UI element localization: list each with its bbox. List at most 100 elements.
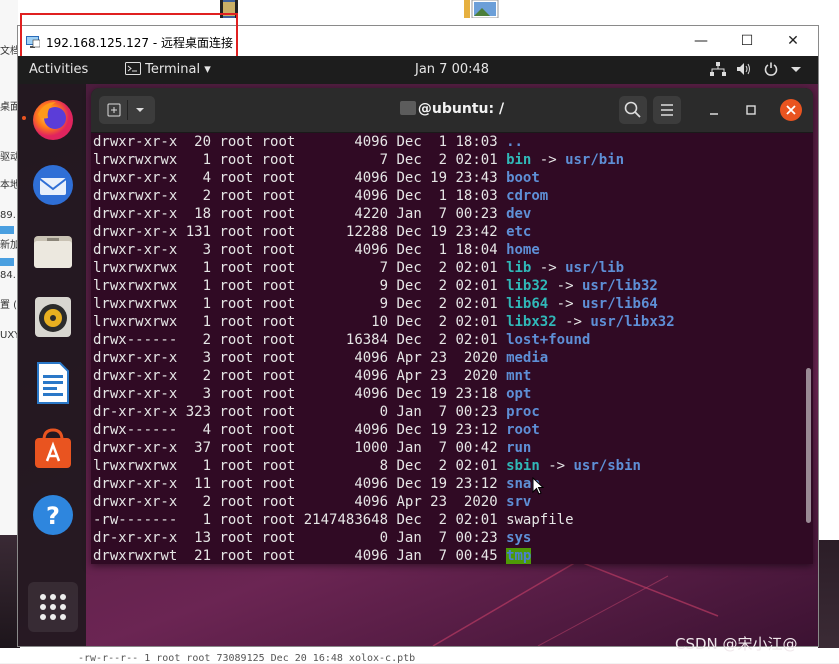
ls-size: 4096 [295, 548, 389, 564]
terminal-window[interactable]: @ubuntu: / drwxr-xr-x 20 root root 4096 … [91, 88, 813, 564]
search-icon [624, 101, 641, 118]
ls-perm: lrwxrwxrwx [93, 278, 186, 294]
ls-perm: drwxr-xr-x [93, 134, 186, 150]
ls-time: 02:01 [447, 278, 498, 294]
chevron-down-icon[interactable] [790, 62, 802, 79]
ls-filename: proc [506, 404, 540, 420]
rhythmbox-icon[interactable] [30, 294, 76, 340]
ls-month: Dec [388, 296, 422, 312]
host-sidebar-label: 文档 [0, 46, 20, 57]
ls-time: 02:01 [447, 260, 498, 276]
ls-perm: drwxr-xr-x [93, 224, 186, 240]
ls-time: 23:43 [447, 170, 498, 186]
ls-day: 2 [421, 314, 448, 330]
close-button[interactable]: ✕ [770, 26, 816, 56]
ls-month: Jan [388, 206, 422, 222]
ls-perm: drwxr-xr-x [93, 494, 186, 510]
activities-button[interactable]: Activities [29, 62, 88, 77]
ls-size: 4220 [295, 206, 389, 222]
terminal-minimize-button[interactable] [701, 96, 727, 124]
ls-row: drwxr-xr-x 3 root root 4096 Apr 23 2020 … [93, 349, 548, 367]
volume-icon[interactable] [736, 62, 752, 79]
ls-links: 1 [185, 152, 212, 168]
host-wallpaper-edge [0, 535, 20, 648]
ls-filename: root [506, 422, 540, 438]
ls-row: drwxr-xr-x 3 root root 4096 Dec 19 23:18… [93, 385, 531, 403]
ls-time: 02:01 [447, 332, 498, 348]
ls-filename: bin [506, 152, 532, 168]
ls-size: 4096 [295, 386, 389, 402]
ls-links: 1 [185, 260, 212, 276]
ls-size: 4096 [295, 368, 389, 384]
search-button[interactable] [619, 96, 647, 124]
ls-links: 21 [185, 548, 212, 564]
video-file-icon[interactable] [213, 0, 243, 18]
ls-day: 1 [421, 188, 448, 204]
ls-links: 1 [185, 296, 212, 312]
ls-month: Dec [388, 512, 422, 528]
libreoffice-writer-icon[interactable] [30, 360, 76, 406]
ls-perm: drwxr-xr-x [93, 386, 186, 402]
ls-perm: lrwxrwxrwx [93, 260, 186, 276]
terminal-maximize-button[interactable] [738, 96, 764, 124]
rdp-window-title: 192.168.125.127 - 远程桌面连接 [46, 36, 234, 50]
network-icon[interactable] [710, 62, 726, 79]
ls-size: 7 [295, 260, 389, 276]
ls-row: dr-xr-xr-x 13 root root 0 Jan 7 00:23 sy… [93, 529, 531, 547]
ls-time: 18:03 [447, 134, 498, 150]
help-icon[interactable]: ? [30, 492, 76, 538]
terminal-scrollbar[interactable] [806, 368, 811, 523]
ls-links: 1 [185, 458, 212, 474]
ls-month: Apr [388, 368, 422, 384]
ls-perm: drwxrwxr-x [93, 188, 186, 204]
ls-perm: drwxr-xr-x [93, 170, 186, 186]
ls-link-target: usr/lib [565, 260, 625, 276]
ls-filename: libx32 [506, 314, 557, 330]
maximize-button[interactable]: ☐ [724, 26, 770, 56]
power-icon[interactable] [764, 62, 778, 79]
ls-size: 4096 [295, 134, 389, 150]
app-menu[interactable]: Terminal ▾ [125, 62, 211, 77]
clock[interactable]: Jan 7 00:48 [415, 62, 489, 77]
rdp-titlebar[interactable]: 192.168.125.127 - 远程桌面连接 — ☐ ✕ [18, 13, 818, 58]
terminal-headerbar[interactable]: @ubuntu: / [91, 88, 813, 133]
host-sidebar-label: 本地 [0, 180, 20, 191]
ls-links: 1 [185, 278, 212, 294]
ls-size: 4096 [295, 170, 389, 186]
thunderbird-icon[interactable] [30, 162, 76, 208]
ls-day: 19 [421, 170, 448, 186]
ls-link-target: usr/bin [565, 152, 625, 168]
ls-owner: root root [211, 350, 296, 366]
hamburger-menu-button[interactable] [653, 96, 681, 124]
terminal-output[interactable]: drwxr-xr-x 20 root root 4096 Dec 1 18:03… [91, 133, 813, 564]
terminal-app-icon [125, 62, 141, 75]
ls-size: 1000 [295, 440, 389, 456]
host-wallpaper-edge [818, 540, 839, 648]
minimize-button[interactable]: — [678, 26, 724, 56]
ls-day: 2 [421, 512, 448, 528]
software-center-icon[interactable] [30, 426, 76, 472]
ls-links: 1 [185, 512, 212, 528]
ls-row: drwxrwxr-x 2 root root 4096 Dec 1 18:03 … [93, 187, 548, 205]
ls-row: drwxr-xr-x 18 root root 4220 Jan 7 00:23… [93, 205, 531, 223]
ls-perm: drwxr-xr-x [93, 350, 186, 366]
terminal-close-button[interactable] [780, 99, 802, 121]
symlink-arrow: -> [539, 458, 574, 474]
ls-row: lrwxrwxrwx 1 root root 9 Dec 2 02:01 lib… [93, 277, 658, 295]
ls-links: 11 [185, 476, 212, 492]
ls-size: 16384 [295, 332, 389, 348]
close-icon [786, 105, 796, 115]
show-apps-icon[interactable] [28, 582, 78, 632]
ls-row: drwxr-xr-x 20 root root 4096 Dec 1 18:03… [93, 133, 523, 151]
files-icon[interactable] [30, 228, 76, 274]
ls-filename: tmp [506, 548, 532, 564]
svg-text:?: ? [46, 502, 60, 530]
ls-size: 4096 [295, 188, 389, 204]
ls-owner: root root [211, 278, 296, 294]
image-file-icon[interactable] [460, 0, 500, 19]
hamburger-menu-icon [661, 104, 673, 116]
ls-owner: root root [211, 476, 296, 492]
ls-link-target: usr/sbin [573, 458, 641, 474]
ls-row: drwxr-xr-x 11 root root 4096 Dec 19 23:1… [93, 475, 540, 493]
firefox-icon[interactable] [30, 96, 76, 142]
